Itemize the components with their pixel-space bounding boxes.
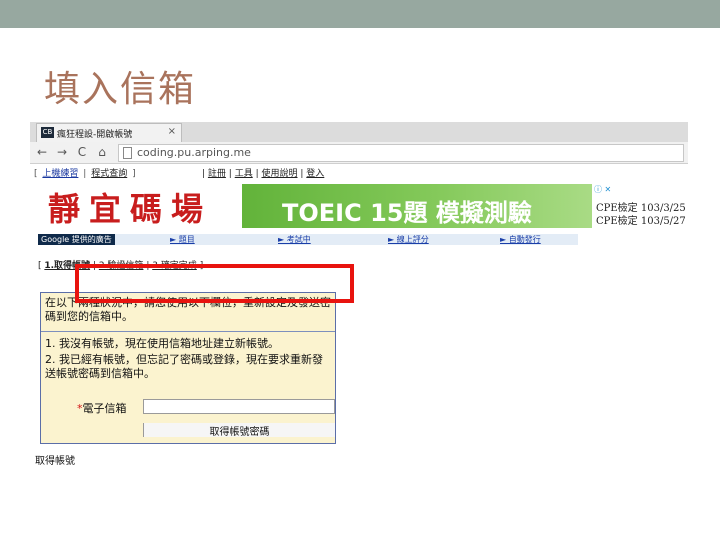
browser-tab[interactable]: CB 瘋狂程設-開啟帳號 × <box>36 123 182 142</box>
panel-divider <box>41 331 335 332</box>
google-ad-label[interactable]: Google 提供的廣告 <box>38 234 115 245</box>
forward-arrow-icon[interactable]: → <box>54 145 70 159</box>
link-login[interactable]: 登入 <box>306 169 324 179</box>
site-user-links: | 註冊 | 工具 | 使用說明 | 登入 <box>202 169 325 179</box>
site-menu-bar: Google 提供的廣告 ► 題目 ► 考試中 ► 線上評分 ► 自動發行 <box>38 234 578 245</box>
cpe-date-2: CPE檢定 103/5/27 <box>596 216 686 227</box>
site-logo[interactable]: 靜宜碼場 <box>48 184 212 230</box>
link-tools[interactable]: 工具 <box>235 169 253 179</box>
tab-strip: CB 瘋狂程設-開啟帳號 × <box>30 122 688 142</box>
close-tab-icon[interactable]: × <box>168 126 176 137</box>
footer-text: 取得帳號 <box>35 456 75 467</box>
ad-banner[interactable]: TOEIC 15題 模擬測驗 <box>242 184 592 228</box>
cpe-date-1: CPE檢定 103/3/25 <box>596 203 686 214</box>
highlight-box <box>75 264 354 303</box>
menu-item-3[interactable]: ► 線上評分 <box>388 234 429 245</box>
link-program-query[interactable]: 程式查詢 <box>91 169 127 179</box>
slide-top-bar <box>0 0 720 28</box>
link-register[interactable]: 註冊 <box>208 169 226 179</box>
site-favicon-icon: CB <box>41 127 54 138</box>
menu-item-2[interactable]: ► 考試中 <box>278 234 311 245</box>
url-text: coding.pu.arping.me <box>137 146 251 159</box>
slide-title: 填入信箱 <box>44 69 197 110</box>
get-account-button[interactable]: 取得帳號密碼 <box>143 423 335 438</box>
reload-icon[interactable]: C <box>74 145 90 159</box>
menu-item-1[interactable]: ► 題目 <box>170 234 195 245</box>
page-icon <box>123 147 132 159</box>
menu-item-4[interactable]: ► 自動發行 <box>500 234 541 245</box>
home-icon[interactable]: ⌂ <box>94 145 110 159</box>
link-help[interactable]: 使用說明 <box>262 169 298 179</box>
ad-choices-icon[interactable]: ⓘ ✕ <box>594 184 611 195</box>
form-option-2: 2. 我已經有帳號，但忘記了密碼或登錄，現在要求重新發送帳號密碼到信箱中。 <box>45 353 323 380</box>
link-practice[interactable]: 上機練習 <box>42 169 78 179</box>
account-form-panel: 在以下兩種狀況中，請您使用以下欄位，重新設定及發送密碼到您的信箱中。 1. 我沒… <box>40 292 336 444</box>
email-field[interactable] <box>143 399 335 414</box>
back-arrow-icon[interactable]: ← <box>34 145 50 159</box>
email-label: *電子信箱 <box>77 400 127 416</box>
site-top-links: [ 上機練習 | 程式查詢 ] <box>34 169 136 179</box>
form-option-1: 1. 我沒有帳號，現在使用信箱地址建立新帳號。 <box>45 337 279 350</box>
cpe-dates: CPE檢定 103/3/25 CPE檢定 103/5/27 <box>596 202 686 228</box>
address-bar[interactable]: coding.pu.arping.me <box>118 144 684 162</box>
email-label-text: 電子信箱 <box>82 402 127 415</box>
tab-title: 瘋狂程設-開啟帳號 <box>57 130 133 140</box>
browser-nav-bar: ← → C ⌂ coding.pu.arping.me <box>30 142 688 164</box>
